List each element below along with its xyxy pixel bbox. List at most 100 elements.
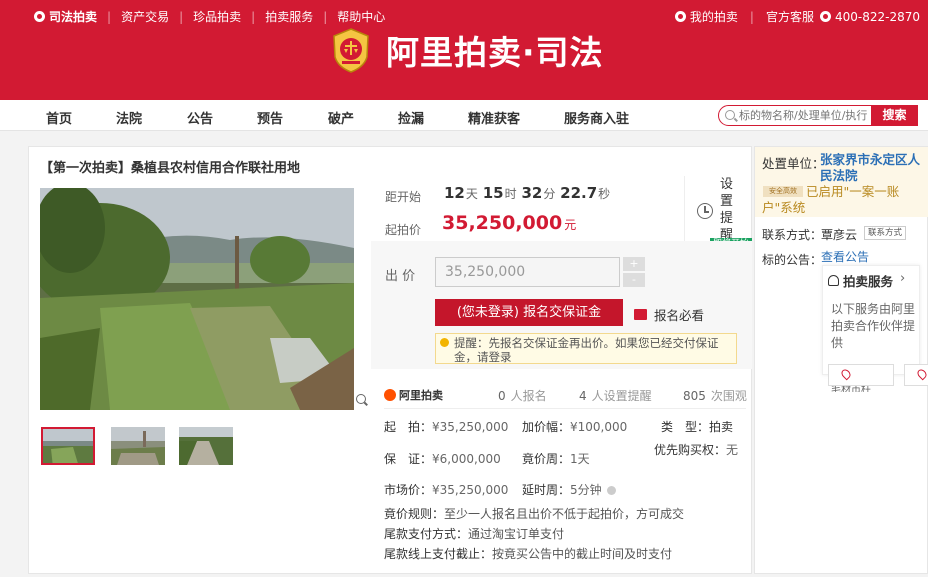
view-number: 805 — [683, 389, 706, 403]
logo-text: 阿里拍卖·司法 — [386, 33, 604, 72]
judicial-auction-label: 司法拍卖 — [49, 10, 98, 24]
register-deposit-button[interactable]: (您未登录) 报名交保证金 — [435, 299, 623, 326]
nav-notice[interactable]: 公告 — [187, 108, 213, 127]
reminder-label: 人设置提醒 — [591, 389, 652, 403]
signup-count: 0 人报名 — [498, 387, 547, 404]
nav-preview[interactable]: 预告 — [257, 108, 283, 127]
detail-value: ¥35,250,000 — [432, 420, 509, 434]
top-nav-left: 司法拍卖 | 资产交易 | 珍品拍卖 | 拍卖服务 | 帮助中心 — [34, 8, 385, 25]
notice-label: 标的公告： — [762, 253, 823, 267]
rule-key: 尾款支付方式： — [384, 527, 469, 541]
help-icon[interactable] — [606, 486, 616, 495]
countdown-hours-unit: 时 — [504, 187, 517, 201]
my-auction-label: 我的拍卖 — [689, 10, 738, 24]
search-button[interactable]: 搜索 — [871, 105, 918, 126]
nav-court[interactable]: 法院 — [116, 108, 142, 127]
bid-amount-input[interactable]: 35,250,000 — [435, 257, 620, 287]
divider: | — [107, 9, 112, 24]
detail-key: 起 拍： — [384, 420, 433, 434]
detail-key: 保 证： — [384, 452, 433, 466]
auction-service-label: 拍卖服务 — [843, 274, 894, 289]
contact-button[interactable]: 联系方式 — [864, 226, 907, 240]
countdown-label: 距开始 — [385, 190, 422, 204]
countdown-days-unit: 天 — [465, 187, 478, 201]
my-auction-link[interactable]: 我的拍卖 — [674, 8, 738, 25]
decrease-bid-button[interactable]: - — [623, 273, 645, 287]
thumbnail-image — [43, 429, 93, 463]
rule-payment-method: 尾款支付方式：通过淘宝订单支付 — [384, 525, 564, 542]
main-nav: 首页 法院 公告 预告 破产 捡漏 精准获客 服务商入驻 搜索 — [0, 100, 928, 131]
divider: | — [179, 9, 184, 24]
asset-trade-link[interactable]: 资产交易 — [121, 8, 169, 25]
nav-provider-join[interactable]: 服务商入驻 — [564, 108, 629, 127]
registration-guide-link[interactable]: 报名必看 — [634, 305, 704, 324]
service-provider-button[interactable] — [828, 364, 894, 386]
detail-value: 无 — [726, 443, 739, 457]
nav-home[interactable]: 首页 — [46, 108, 72, 127]
login-reminder: 提醒：先报名交保证金再出价。如果您已经交付保证金，请登录 — [435, 333, 737, 364]
detail-value: 5分钟 — [570, 483, 602, 497]
service-provider-button[interactable] — [904, 364, 928, 386]
court-name-link[interactable]: 张家界市永定区人民法院 — [820, 152, 920, 184]
ali-logo-text: 阿里拍卖 — [399, 389, 443, 402]
signup-number: 0 — [498, 389, 506, 403]
reminder-count: 4 人设置提醒 — [579, 387, 652, 404]
auction-service-link[interactable]: 拍卖服务 — [265, 8, 313, 25]
detail-key: 加价幅： — [522, 420, 571, 434]
auction-service-title[interactable]: 拍卖服务 — [828, 271, 893, 290]
search-box: 搜索 — [718, 105, 918, 126]
treasure-auction-link[interactable]: 珍品拍卖 — [193, 8, 241, 25]
judicial-auction-link[interactable]: 司法拍卖 — [34, 8, 97, 25]
site-logo[interactable]: 阿里拍卖·司法 — [330, 26, 604, 74]
nav-bankruptcy[interactable]: 破产 — [328, 108, 354, 127]
set-reminder-button[interactable] — [684, 176, 752, 246]
chevron-right-icon[interactable]: › — [900, 271, 905, 286]
divider: | — [251, 9, 256, 24]
rule-key: 尾款线上支付截止： — [384, 547, 493, 561]
divider: | — [749, 9, 754, 24]
help-center-link[interactable]: 帮助中心 — [337, 8, 385, 25]
view-label: 次围观 — [710, 389, 747, 403]
detail-key: 优先购买权： — [654, 443, 727, 457]
detail-start-price: 起 拍：¥35,250,000 — [384, 418, 508, 435]
nav-precise-leads[interactable]: 精准获客 — [468, 108, 520, 127]
contact-label: 联系方式： — [762, 228, 823, 242]
view-notice-link[interactable]: 查看公告 — [821, 248, 869, 265]
thumbnail-image — [111, 427, 165, 465]
phone-number: 400-822-2870 — [834, 9, 920, 24]
thumbnail-3[interactable] — [179, 427, 233, 465]
location-pin-icon — [915, 367, 928, 381]
customer-service-link[interactable]: 官方客服 — [766, 8, 814, 25]
thumbnail-2[interactable] — [111, 427, 165, 465]
login-reminder-text: 提醒：先报名交保证金再出价。如果您已经交付保证金，请登录 — [454, 336, 719, 364]
detail-bid-period: 竟价周：1天 — [522, 450, 590, 467]
thumbnail-1[interactable] — [41, 427, 95, 465]
detail-delay-period: 延时周：5分钟 — [522, 481, 616, 498]
view-count: 805 次围观 — [683, 387, 747, 404]
start-price-label: 起拍价 — [385, 223, 422, 237]
rule-value: 通过淘宝订单支付 — [468, 527, 565, 541]
lightbulb-icon — [440, 338, 449, 347]
increase-bid-button[interactable]: + — [623, 257, 645, 271]
phone-link[interactable]: 400-822-2870 — [819, 9, 920, 24]
thumbnail-image — [179, 427, 233, 465]
detail-key: 延时周： — [522, 483, 571, 497]
detail-value: ¥35,250,000 — [432, 483, 509, 497]
rule-value: 按竟买公告中的截止时间及时支付 — [492, 547, 673, 561]
search-icon — [725, 110, 735, 120]
bid-label: 出 价 — [385, 269, 416, 284]
headset-icon — [828, 275, 839, 286]
nav-bargain[interactable]: 捡漏 — [398, 108, 424, 127]
detail-market-price: 市场价：¥35,250,000 — [384, 481, 508, 498]
search-input[interactable] — [739, 108, 871, 123]
detail-value: ¥100,000 — [570, 420, 628, 434]
bid-stepper: + - — [623, 257, 645, 287]
divider — [384, 408, 746, 409]
countdown-seconds-unit: 秒 — [598, 187, 611, 201]
zoom-icon[interactable] — [356, 394, 366, 404]
user-icon — [674, 11, 686, 22]
main-photo[interactable] — [40, 188, 354, 410]
rule-value: 至少一人报名且出价不低于起拍价，方可成交 — [444, 507, 685, 521]
rule-key: 竟价规则： — [384, 507, 445, 521]
disposal-unit-label: 处置单位： — [762, 156, 825, 171]
